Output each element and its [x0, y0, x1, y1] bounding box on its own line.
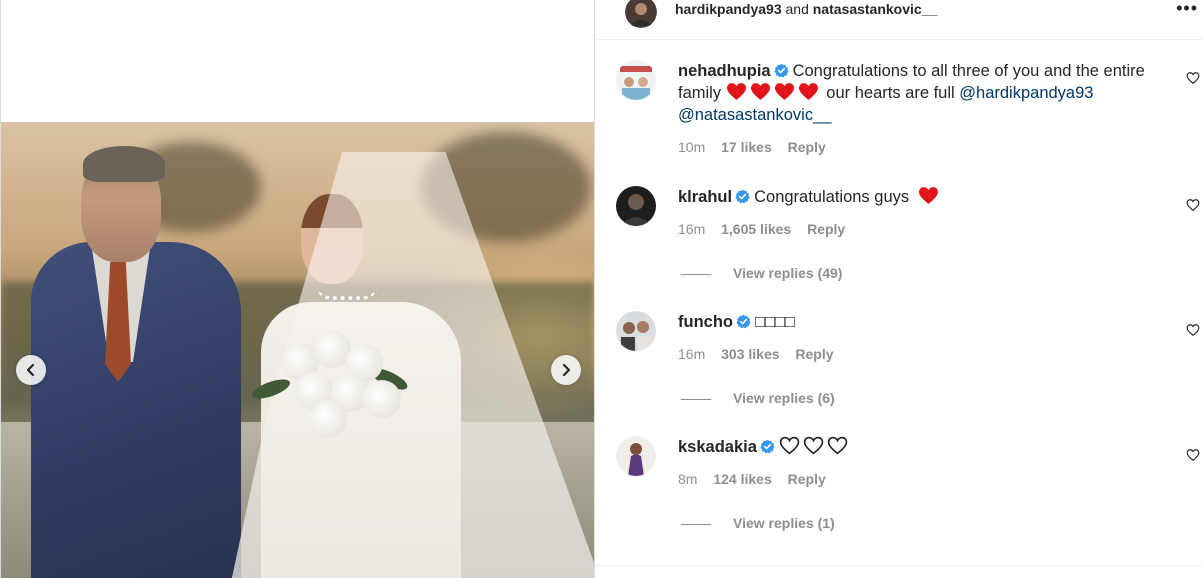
- reply-button[interactable]: Reply: [795, 346, 833, 362]
- red-heart-icon: [726, 83, 746, 100]
- commenter-avatar[interactable]: [616, 186, 656, 226]
- post-header: hardikpandya93 and natasastankovic__ •••: [595, 0, 1203, 40]
- view-replies-button[interactable]: View replies (1): [681, 515, 835, 531]
- post-authors: hardikpandya93 and natasastankovic__: [675, 1, 937, 17]
- comment-username[interactable]: nehadhupia: [678, 62, 771, 80]
- comment-text: funcho □□□□: [678, 311, 1168, 333]
- post-author-avatar[interactable]: [625, 0, 657, 28]
- comment-likes[interactable]: 124 likes: [713, 471, 771, 487]
- verified-badge-icon: [773, 63, 789, 78]
- red-heart-icon: [750, 83, 770, 100]
- like-comment-heart-icon[interactable]: [1186, 323, 1200, 337]
- post-media: [0, 0, 594, 578]
- next-photo-button[interactable]: [551, 355, 581, 385]
- comment-likes[interactable]: 1,605 likes: [721, 221, 791, 237]
- comment-body: Congratulations guys: [754, 188, 910, 206]
- verified-badge-icon: [760, 439, 775, 454]
- replies-divider-line: [681, 273, 711, 275]
- post-photo: [1, 122, 594, 578]
- comment-text: klrahul Congratulations guys: [678, 186, 1168, 208]
- outline-heart-emoji-group: [779, 436, 851, 456]
- like-comment-heart-icon[interactable]: [1186, 198, 1200, 212]
- comment-username[interactable]: klrahul: [678, 188, 732, 206]
- view-replies-label: View replies (1): [733, 515, 835, 531]
- mention-link[interactable]: @hardikpandya93: [959, 84, 1093, 102]
- like-comment-heart-icon[interactable]: [1186, 448, 1200, 462]
- reply-button[interactable]: Reply: [788, 139, 826, 155]
- comment-time: 16m: [678, 346, 706, 362]
- red-heart-emoji-group: [726, 83, 822, 102]
- comment-time: 10m: [678, 139, 706, 155]
- commenter-avatar[interactable]: [616, 436, 656, 476]
- comment-meta: 16m 1,605 likes Reply: [678, 221, 857, 237]
- previous-photo-button[interactable]: [16, 355, 46, 385]
- mention-link[interactable]: @natasastankovic__: [678, 106, 831, 124]
- outline-heart-icon: [827, 436, 848, 455]
- author-separator: and: [785, 1, 809, 17]
- coauthor-username-link[interactable]: natasastankovic__: [813, 1, 938, 17]
- comment-text: nehadhupia Congratulations to all three o…: [678, 60, 1168, 126]
- red-heart-icon: [774, 83, 794, 100]
- verified-badge-icon: [735, 189, 750, 204]
- reply-button[interactable]: Reply: [807, 221, 845, 237]
- comment-likes[interactable]: 303 likes: [721, 346, 779, 362]
- chevron-right-icon: [562, 363, 571, 377]
- father-hair: [83, 146, 165, 182]
- commenter-avatar[interactable]: [616, 311, 656, 351]
- comments-panel: hardikpandya93 and natasastankovic__ •••…: [594, 0, 1203, 578]
- chevron-left-icon: [26, 363, 35, 377]
- comment-meta: 16m 303 likes Reply: [678, 346, 846, 362]
- comment-likes[interactable]: 17 likes: [721, 139, 772, 155]
- verified-badge-icon: [736, 314, 751, 329]
- comment-text: kskadakia: [678, 436, 1168, 458]
- panel-divider: [595, 565, 1203, 566]
- comment-time: 8m: [678, 471, 698, 487]
- red-heart-icon: [918, 187, 938, 204]
- author-username-link[interactable]: hardikpandya93: [675, 1, 782, 17]
- view-replies-label: View replies (49): [733, 265, 843, 281]
- like-comment-heart-icon[interactable]: [1186, 71, 1200, 85]
- bouquet: [249, 322, 411, 442]
- comment-username[interactable]: kskadakia: [678, 438, 757, 456]
- commenter-avatar[interactable]: [616, 60, 656, 100]
- view-replies-button[interactable]: View replies (6): [681, 390, 835, 406]
- comment-username[interactable]: funcho: [678, 313, 733, 331]
- reply-button[interactable]: Reply: [788, 471, 826, 487]
- more-options-icon[interactable]: •••: [1176, 0, 1198, 19]
- comment-meta: 10m 17 likes Reply: [678, 139, 838, 155]
- outline-heart-icon: [803, 436, 824, 455]
- view-replies-label: View replies (6): [733, 390, 835, 406]
- comment-time: 16m: [678, 221, 706, 237]
- outline-heart-icon: [779, 436, 800, 455]
- replies-divider-line: [681, 523, 711, 525]
- replies-divider-line: [681, 398, 711, 400]
- comment-meta: 8m 124 likes Reply: [678, 471, 838, 487]
- red-heart-icon: [798, 83, 818, 100]
- view-replies-button[interactable]: View replies (49): [681, 265, 842, 281]
- comment-body-continued: our hearts are full: [826, 84, 955, 102]
- comment-body: □□□□: [755, 313, 795, 331]
